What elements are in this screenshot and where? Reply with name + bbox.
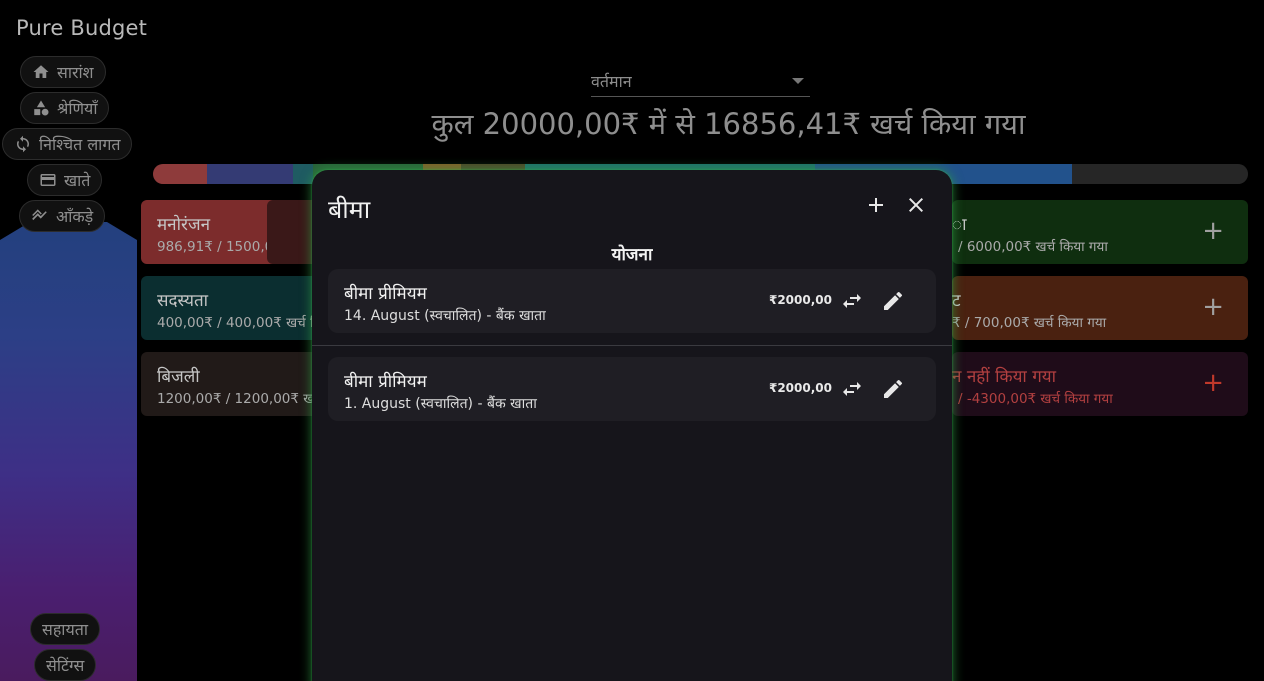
sidebar-item-statistics[interactable]: आँकड़े (19, 200, 106, 232)
add-icon[interactable]: + (1202, 294, 1224, 320)
transfer-button[interactable] (840, 289, 864, 313)
category-spent: / 6000,00₹ खर्च किया गया (958, 239, 1108, 255)
category-name: न नहीं किया गया (952, 367, 1057, 387)
shapes-icon (34, 100, 49, 116)
edit-button[interactable] (881, 289, 905, 313)
category-spent: / -4300,00₹ खर्च किया गया (958, 391, 1113, 407)
repeat-icon (17, 135, 29, 153)
category-card-unplanned[interactable]: न नहीं किया गया / -4300,00₹ खर्च किया गय… (952, 352, 1248, 416)
category-name: सदस्यता (157, 291, 209, 311)
budget-bar-segment (153, 164, 207, 184)
close-icon (909, 198, 923, 212)
help-button[interactable]: सहायता (30, 613, 101, 645)
category-name: ट (952, 291, 961, 311)
transfer-button[interactable] (840, 377, 864, 401)
wallet-icon (40, 174, 56, 186)
budget-bar-segment (1072, 164, 1248, 184)
app-title: Pure Budget (16, 16, 148, 40)
total-spent-heading: कुल 20000,00₹ में से 16856,41₹ खर्च किया… (431, 107, 1026, 141)
category-spent: 1200,00₹ / 1200,00₹ खर्च (157, 391, 323, 407)
budget-bar-segment (293, 164, 313, 184)
pencil-icon (884, 379, 903, 398)
category-card-right-1[interactable]: ा / 6000,00₹ खर्च किया गया + (952, 200, 1248, 264)
sidebar-item-label: आँकड़े (56, 207, 94, 226)
plan-name: बीमा प्रीमियम (344, 372, 427, 392)
settings-label: सेटिंग्स (46, 656, 85, 675)
close-button[interactable] (904, 193, 928, 217)
pencil-icon (884, 291, 903, 310)
plan-name: बीमा प्रीमियम (344, 284, 427, 304)
plan-details: 1. August (स्वचालित) - बैंक खाता (344, 396, 537, 412)
plan-amount: ₹2000,00 (768, 293, 832, 307)
add-icon[interactable]: + (1202, 218, 1224, 244)
period-value: वर्तमान (591, 72, 632, 91)
add-button[interactable] (864, 193, 888, 217)
category-card-subscription[interactable]: सदस्यता 400,00₹ / 400,00₹ खर्च कि (141, 276, 324, 340)
swap-icon (843, 382, 861, 396)
home-icon (33, 65, 49, 78)
plan-details: 14. August (स्वचालित) - बैंक खाता (344, 308, 546, 324)
budget-bar-segment (207, 164, 293, 184)
help-label: सहायता (42, 620, 89, 639)
sidebar-item-label: सारांश (57, 63, 94, 82)
edit-button[interactable] (881, 377, 905, 401)
stats-icon (32, 209, 47, 221)
sidebar-item-accounts[interactable]: खाते (27, 164, 103, 196)
category-name: मनोरंजन (157, 215, 211, 235)
plan-item[interactable]: बीमा प्रीमियम 1. August (स्वचालित) - बैं… (328, 357, 936, 421)
settings-button[interactable]: सेटिंग्स (34, 649, 97, 681)
sidebar: Pure Budget सारांश श्रेणियाँ निश्चित लाग… (0, 0, 147, 681)
sidebar-item-summary[interactable]: सारांश (20, 56, 106, 88)
sidebar-item-categories[interactable]: श्रेणियाँ (20, 92, 110, 124)
plan-amount: ₹2000,00 (768, 381, 832, 395)
dialog-title: बीमा (328, 195, 371, 224)
category-spent: 400,00₹ / 400,00₹ खर्च कि (157, 315, 324, 331)
category-name: ा (952, 215, 967, 235)
category-dialog: बीमा योजना बीमा प्रीमियम 14. August (स्व… (312, 170, 952, 681)
divider (312, 345, 952, 346)
sidebar-item-label: श्रेणियाँ (57, 99, 98, 118)
add-icon[interactable]: + (1202, 370, 1224, 396)
chevron-down-icon (792, 78, 804, 84)
sidebar-item-label: निश्चित लागत (39, 135, 121, 154)
section-title-plan: योजना (611, 245, 653, 265)
period-select[interactable]: वर्तमान (591, 68, 810, 97)
plus-icon (869, 198, 883, 212)
category-name: बिजली (157, 367, 200, 387)
swap-icon (843, 294, 861, 308)
sidebar-item-label: खाते (64, 171, 91, 190)
category-card-right-2[interactable]: ट ₹ / 700,00₹ खर्च किया गया + (952, 276, 1248, 340)
category-card-electricity[interactable]: बिजली 1200,00₹ / 1200,00₹ खर्च (141, 352, 323, 416)
card-shadow (267, 200, 317, 264)
sidebar-item-fixed-costs[interactable]: निश्चित लागत (2, 128, 133, 160)
plan-item[interactable]: बीमा प्रीमियम 14. August (स्वचालित) - बै… (328, 269, 936, 333)
category-spent: ₹ / 700,00₹ खर्च किया गया (952, 315, 1107, 331)
